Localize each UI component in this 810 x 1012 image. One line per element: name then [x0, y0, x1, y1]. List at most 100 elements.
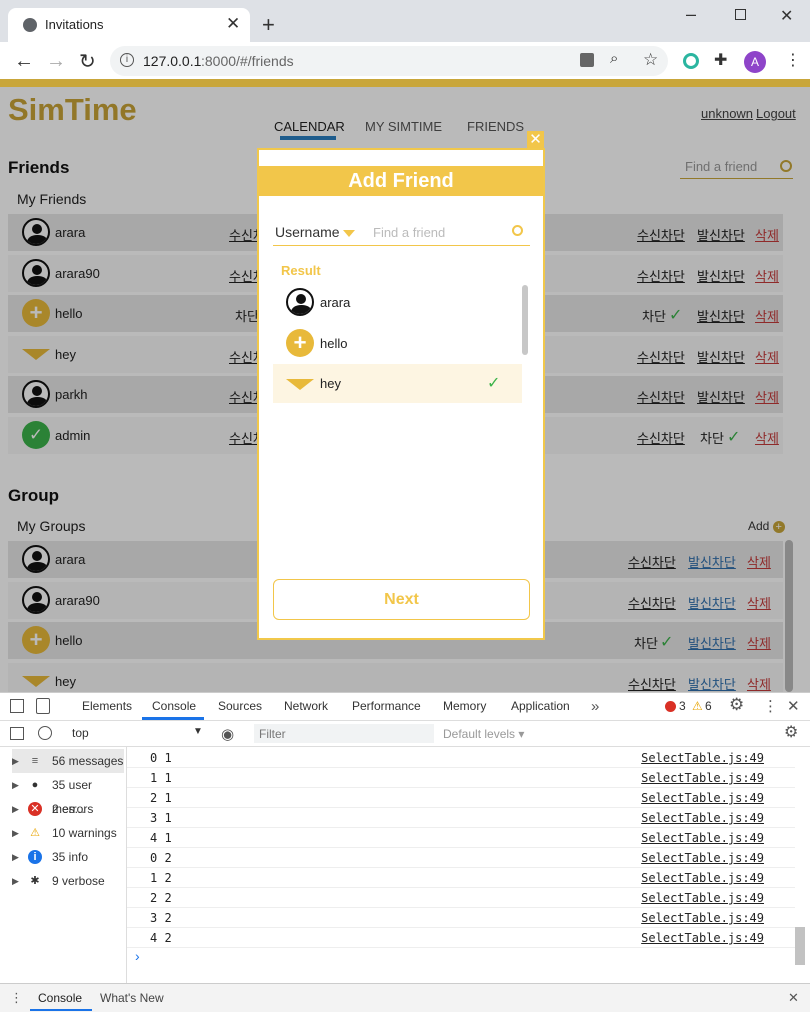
- console-log-row: 1 2 SelectTable.js:49: [127, 868, 795, 888]
- forward-icon[interactable]: →: [46, 50, 66, 73]
- reload-icon[interactable]: ↻: [79, 49, 96, 74]
- sidebar-filter-error[interactable]: ▶ ✕ 2 errors: [12, 797, 124, 821]
- devtools-tab-application[interactable]: Application: [511, 693, 570, 720]
- drawer-close-icon[interactable]: ✕: [788, 990, 799, 1006]
- settings-gear-icon[interactable]: ⚙: [729, 695, 744, 715]
- levels-caret-icon: ▾: [518, 727, 525, 741]
- translate-icon[interactable]: [580, 53, 594, 67]
- plus-avatar-icon: +: [286, 328, 314, 357]
- device-toggle-icon[interactable]: [36, 698, 50, 714]
- sidebar-filter-info[interactable]: ▶ i 35 info: [12, 845, 124, 869]
- puzzle-icon[interactable]: ✚: [714, 50, 727, 70]
- url-host: 127.0.0.1: [143, 53, 202, 69]
- search-type-select[interactable]: Username: [275, 224, 359, 246]
- result-list: arara + hello hey ✓: [273, 283, 530, 407]
- result-name: hey: [320, 376, 341, 391]
- log-source-link[interactable]: SelectTable.js:49: [641, 931, 764, 945]
- caret-down-icon: [343, 230, 355, 237]
- expand-arrow-icon: ▶: [12, 756, 19, 766]
- new-tab-button[interactable]: +: [262, 12, 275, 38]
- sidebar-label: 35 info: [52, 850, 89, 864]
- bookmark-star-icon[interactable]: ☆: [643, 50, 658, 70]
- close-tab-icon[interactable]: ✕: [226, 14, 240, 34]
- console-log-row: 2 1 SelectTable.js:49: [127, 788, 795, 808]
- error-count-icon[interactable]: [665, 701, 676, 712]
- log-source-link[interactable]: SelectTable.js:49: [641, 831, 764, 845]
- log-source-link[interactable]: SelectTable.js:49: [641, 871, 764, 885]
- maximize-button[interactable]: [735, 9, 746, 20]
- filter-placeholder: Filter: [259, 727, 286, 741]
- console-log-row: 3 1 SelectTable.js:49: [127, 808, 795, 828]
- drawer-tab-whats-new[interactable]: What's New: [100, 991, 164, 1005]
- devtools-tab-performance[interactable]: Performance: [352, 693, 421, 720]
- error-count[interactable]: 3: [679, 699, 686, 713]
- log-source-link[interactable]: SelectTable.js:49: [641, 791, 764, 805]
- modal-close-icon[interactable]: ✕: [527, 131, 544, 148]
- inspect-icon[interactable]: [10, 699, 24, 713]
- result-item[interactable]: arara: [273, 283, 522, 322]
- info-icon[interactable]: i: [120, 53, 134, 67]
- more-tabs-icon[interactable]: »: [591, 698, 599, 715]
- drawer-tab-console[interactable]: Console: [38, 991, 82, 1005]
- console-scrollbar[interactable]: [795, 927, 805, 965]
- user-icon: ●: [31, 779, 39, 791]
- modal-search-input[interactable]: Find a friend: [367, 220, 530, 246]
- browser-tab[interactable]: Invitations ✕: [8, 8, 250, 42]
- close-window-button[interactable]: ✕: [780, 6, 793, 26]
- url-path: :8000/#/friends: [201, 53, 294, 69]
- sidebar-filter-warning[interactable]: ▶ ⚠ 10 warnings: [12, 821, 124, 845]
- arrow-avatar-icon: [286, 378, 314, 390]
- devtools-divider: [0, 720, 810, 721]
- warning-count[interactable]: 6: [705, 699, 712, 713]
- back-icon[interactable]: ←: [14, 50, 34, 73]
- console-settings-icon[interactable]: ⚙: [784, 722, 798, 742]
- profile-avatar[interactable]: A: [744, 51, 766, 73]
- devtools-close-icon[interactable]: ✕: [787, 697, 800, 715]
- next-button[interactable]: Next: [273, 579, 530, 620]
- sidebar-filter-bug[interactable]: ▶ ✱ 9 verbose: [12, 869, 124, 893]
- sidebar-label: 2 errors: [52, 802, 94, 816]
- select-label: Username: [275, 224, 340, 240]
- devtools-tab-memory[interactable]: Memory: [443, 693, 486, 720]
- devtools-tab-sources[interactable]: Sources: [218, 693, 262, 720]
- log-text: 1 2: [150, 871, 172, 885]
- clear-console-icon[interactable]: [38, 726, 52, 740]
- log-source-link[interactable]: SelectTable.js:49: [641, 751, 764, 765]
- console-log-row: 4 1 SelectTable.js:49: [127, 828, 795, 848]
- sidebar-filter-user[interactable]: ▶ ● 35 user mes...: [12, 773, 124, 816]
- devtools-tab-console[interactable]: Console: [152, 693, 196, 720]
- devtools-tab-network[interactable]: Network: [284, 693, 328, 720]
- expand-arrow-icon: ▶: [12, 828, 19, 838]
- minimize-button[interactable]: –: [686, 4, 696, 25]
- eye-icon[interactable]: ◉: [221, 725, 234, 743]
- error-icon: ✕: [28, 802, 42, 816]
- console-prompt[interactable]: ›: [135, 948, 140, 964]
- warning-count-icon[interactable]: ⚠: [692, 699, 703, 713]
- log-source-link[interactable]: SelectTable.js:49: [641, 911, 764, 925]
- expand-arrow-icon: ▶: [12, 876, 19, 886]
- sidebar-filter-list[interactable]: ▶ ≡ 56 messages: [12, 749, 124, 773]
- log-source-link[interactable]: SelectTable.js:49: [641, 891, 764, 905]
- devtools-panel: Elements Console Sources Network Performance…: [0, 692, 810, 1012]
- context-select[interactable]: top ▼: [68, 724, 204, 743]
- devtools-menu-icon[interactable]: ⋮: [763, 697, 778, 715]
- extension-icon[interactable]: [683, 53, 699, 69]
- drawer-menu-icon[interactable]: ⋮: [10, 990, 23, 1006]
- log-source-link[interactable]: SelectTable.js:49: [641, 771, 764, 785]
- warning-icon: ⚠: [30, 827, 40, 839]
- devtools-tab-elements[interactable]: Elements: [82, 693, 132, 720]
- menu-dots-icon[interactable]: ⋮: [785, 50, 801, 70]
- address-bar[interactable]: i 127.0.0.1 :8000/#/friends ⌕ ☆: [110, 46, 668, 76]
- console-log-row: 1 1 SelectTable.js:49: [127, 768, 795, 788]
- log-source-link[interactable]: SelectTable.js:49: [641, 851, 764, 865]
- log-levels-label: Default levels: [443, 727, 516, 741]
- modal-search-icon[interactable]: [512, 225, 523, 236]
- sidebar-toggle-icon[interactable]: [10, 727, 24, 740]
- result-scrollbar[interactable]: [522, 285, 528, 355]
- result-item[interactable]: hey ✓: [273, 364, 522, 403]
- zoom-icon[interactable]: ⌕: [610, 50, 618, 67]
- log-levels-select[interactable]: Default levels ▾: [443, 727, 524, 741]
- log-source-link[interactable]: SelectTable.js:49: [641, 811, 764, 825]
- result-item[interactable]: + hello: [273, 323, 522, 363]
- console-filter-input[interactable]: Filter: [254, 724, 434, 743]
